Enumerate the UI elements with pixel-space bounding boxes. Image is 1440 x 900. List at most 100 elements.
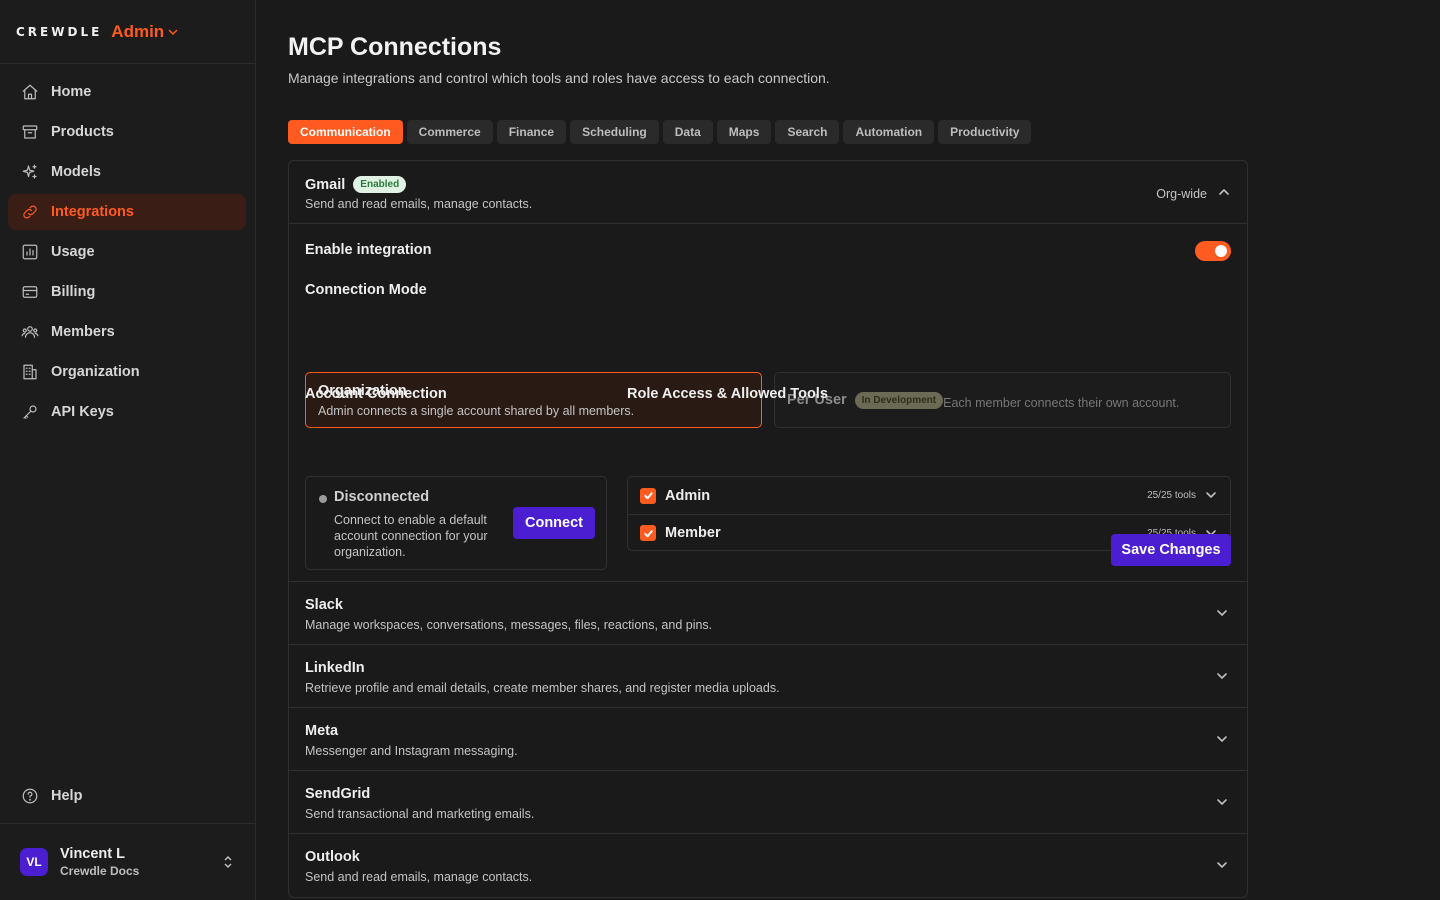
sidebar-item-label: Home <box>51 84 92 100</box>
sidebar-item-api-keys[interactable]: API Keys <box>8 394 246 430</box>
sidebar-item-members[interactable]: Members <box>8 314 246 350</box>
card-icon <box>22 286 38 298</box>
integration-name: LinkedIn <box>305 660 365 676</box>
role-name: Member <box>665 525 721 541</box>
account-label: Account Connection <box>305 386 447 402</box>
admin-label: Admin <box>111 21 165 41</box>
sidebar-item-integrations[interactable]: Integrations <box>8 194 246 230</box>
checkbox[interactable] <box>640 525 656 541</box>
dev-badge: In Development <box>854 391 944 409</box>
integration-desc: Send transactional and marketing emails. <box>305 807 535 821</box>
roles-label: Role Access & Allowed Tools <box>627 386 828 402</box>
account-status: Disconnected <box>334 489 430 505</box>
chevron-down-icon <box>1215 606 1229 625</box>
status-badge: Enabled <box>353 176 407 193</box>
brand-logo: CREWDLE <box>16 24 103 39</box>
integration-name: Slack <box>305 597 343 613</box>
page-subtitle: Manage integrations and control which to… <box>288 70 830 86</box>
chevron-down-icon <box>1215 795 1229 814</box>
integration-desc: Manage workspaces, conversations, messag… <box>305 618 713 632</box>
connect-button[interactable]: Connect <box>513 507 595 539</box>
sidebar-item-label: Organization <box>51 364 140 380</box>
role-row-admin[interactable]: Admin 25/25 tools <box>628 477 1230 514</box>
sidebar-item-home[interactable]: Home <box>8 74 246 110</box>
tab-communication[interactable]: Communication <box>288 120 403 144</box>
chevron-up-down-icon <box>223 854 233 870</box>
sparkle-icon <box>22 164 37 179</box>
sidebar-item-organization[interactable]: Organization <box>8 354 246 390</box>
chart-icon <box>22 244 38 260</box>
sidebar-item-billing[interactable]: Billing <box>8 274 246 310</box>
sidebar-item-label: Integrations <box>51 204 134 220</box>
sidebar-item-label: Help <box>51 788 83 804</box>
sidebar-item-models[interactable]: Models <box>8 154 246 190</box>
sidebar-item-usage[interactable]: Usage <box>8 234 246 270</box>
tab-commerce[interactable]: Commerce <box>406 120 493 144</box>
sidebar-nav: Home Products Models Integrations Usage … <box>0 64 255 430</box>
account-connection-card: Disconnected Connect to enable a default… <box>305 476 607 570</box>
admin-switcher[interactable]: Admin <box>111 22 178 42</box>
scope-collapse[interactable]: Org-wide <box>1156 185 1231 202</box>
checkbox[interactable] <box>640 487 656 504</box>
sidebar-item-label: Models <box>51 164 101 180</box>
gmail-settings: Enable integration Connection Mode Organ… <box>289 224 1247 582</box>
mode-desc: Each member connects their own account. <box>943 395 1180 410</box>
chevron-down-icon <box>168 29 178 35</box>
integration-desc: Send and read emails, manage contacts. <box>305 197 533 211</box>
enable-label: Enable integration <box>305 242 432 258</box>
users-icon <box>21 326 39 338</box>
help-section: Help <box>8 778 246 818</box>
user-name: Vincent L <box>60 846 125 862</box>
toggle-knob <box>1215 245 1227 257</box>
integration-name: Outlook <box>305 849 360 865</box>
account-desc: Connect to enable a default account conn… <box>334 513 488 559</box>
avatar: VL <box>20 848 48 876</box>
help-circle-icon <box>22 788 38 804</box>
category-tabs: Communication Commerce Finance Schedulin… <box>288 120 1032 144</box>
integration-name: SendGrid <box>305 786 371 802</box>
tab-data[interactable]: Data <box>662 120 713 144</box>
chevron-down-icon[interactable] <box>1204 488 1218 507</box>
integration-desc: Messenger and Instagram messaging. <box>305 744 518 758</box>
tab-maps[interactable]: Maps <box>716 120 772 144</box>
tab-search[interactable]: Search <box>775 120 840 144</box>
building-icon <box>23 364 37 380</box>
link-icon <box>23 205 37 219</box>
gmail-header[interactable]: Gmail Enabled Send and read emails, mana… <box>289 161 1247 224</box>
sidebar-item-label: Usage <box>51 244 95 260</box>
tab-automation[interactable]: Automation <box>843 120 935 144</box>
integration-row-meta[interactable]: Meta Messenger and Instagram messaging. <box>289 708 1247 771</box>
integration-row-sendgrid[interactable]: SendGrid Send transactional and marketin… <box>289 771 1247 834</box>
tab-scheduling[interactable]: Scheduling <box>570 120 659 144</box>
chevron-up-icon <box>1217 185 1231 202</box>
integration-name: Meta <box>305 723 339 739</box>
integration-row-outlook[interactable]: Outlook Send and read emails, manage con… <box>289 834 1247 897</box>
chevron-down-icon <box>1215 858 1229 877</box>
page-title: MCP Connections <box>288 33 502 61</box>
scope-label: Org-wide <box>1156 186 1207 201</box>
check-icon <box>643 529 653 537</box>
integration-title: Gmail Enabled <box>305 176 407 193</box>
mode-per-user: Per User In Development Each member conn… <box>774 372 1231 428</box>
chevron-down-icon <box>1215 732 1229 751</box>
integration-desc: Retrieve profile and email details, crea… <box>305 681 780 695</box>
user-menu[interactable]: VL Vincent L Crewdle Docs <box>0 823 255 900</box>
sidebar-item-label: Products <box>51 124 114 140</box>
integration-desc: Send and read emails, manage contacts. <box>305 870 533 884</box>
role-name: Admin <box>665 487 711 504</box>
integration-row-slack[interactable]: Slack Manage workspaces, conversations, … <box>289 582 1247 645</box>
home-icon <box>22 84 38 100</box>
tab-productivity[interactable]: Productivity <box>938 120 1032 144</box>
user-info: Vincent L Crewdle Docs <box>60 846 139 878</box>
key-icon <box>23 405 37 419</box>
integration-row-linkedin[interactable]: LinkedIn Retrieve profile and email deta… <box>289 645 1247 708</box>
enable-toggle[interactable] <box>1195 241 1231 261</box>
box-icon <box>22 125 38 139</box>
save-changes-button[interactable]: Save Changes <box>1111 534 1231 566</box>
user-org: Crewdle Docs <box>60 864 140 878</box>
tab-finance[interactable]: Finance <box>496 120 567 144</box>
sidebar-item-help[interactable]: Help <box>8 778 246 814</box>
sidebar-item-products[interactable]: Products <box>8 114 246 150</box>
chevron-down-icon <box>1215 669 1229 688</box>
role-tools-count: 25/25 tools <box>1147 490 1196 501</box>
